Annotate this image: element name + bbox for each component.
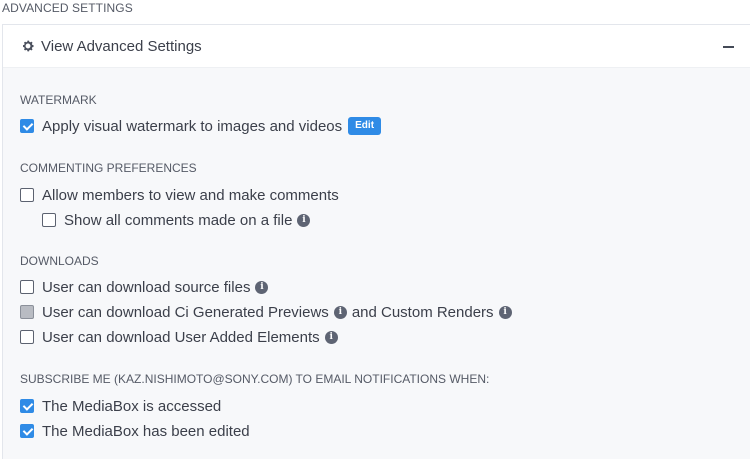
download-previews-row: User can download Ci Generated Previews … <box>20 302 512 322</box>
section-title: ADVANCED SETTINGS <box>2 1 133 15</box>
allow-comments-row: Allow members to view and make comments <box>20 185 339 205</box>
watermark-option-label[interactable]: Apply visual watermark to images and vid… <box>42 118 342 135</box>
watermark-row: Apply visual watermark to images and vid… <box>20 116 382 136</box>
show-all-comments-row: Show all comments made on a file i <box>42 210 311 230</box>
download-source-checkbox[interactable] <box>20 280 34 294</box>
subscribe-label: SUBSCRIBE ME (KAZ.NISHIMOTO@SONY.COM) TO… <box>20 372 490 386</box>
advanced-settings-panel: View Advanced Settings WATERMARK Apply v… <box>2 24 750 459</box>
watermark-label: WATERMARK <box>20 93 97 107</box>
watermark-checkbox[interactable] <box>20 119 34 133</box>
notify-accessed-label[interactable]: The MediaBox is accessed <box>42 398 221 415</box>
info-icon[interactable]: i <box>324 330 338 344</box>
info-icon[interactable]: i <box>297 213 311 227</box>
gear-icon <box>23 40 34 52</box>
info-icon[interactable]: i <box>333 305 347 319</box>
show-all-comments-label[interactable]: Show all comments made on a file <box>64 212 292 229</box>
custom-renders-label[interactable]: and Custom Renders <box>352 304 494 321</box>
show-all-comments-checkbox[interactable] <box>42 213 56 227</box>
edit-watermark-button[interactable]: Edit <box>348 117 382 135</box>
panel-header[interactable]: View Advanced Settings <box>3 25 750 68</box>
download-elements-checkbox[interactable] <box>20 330 34 344</box>
panel-title: View Advanced Settings <box>41 38 202 55</box>
allow-comments-checkbox[interactable] <box>20 188 34 202</box>
commenting-label: COMMENTING PREFERENCES <box>20 161 197 175</box>
notify-edited-label[interactable]: The MediaBox has been edited <box>42 423 250 440</box>
notify-edited-row: The MediaBox has been edited <box>20 421 250 441</box>
notify-accessed-checkbox[interactable] <box>20 399 34 413</box>
download-source-row: User can download source files i <box>20 277 269 297</box>
info-icon[interactable]: i <box>498 305 512 319</box>
minus-icon[interactable] <box>720 37 738 55</box>
info-icon[interactable]: i <box>255 280 269 294</box>
notify-edited-checkbox[interactable] <box>20 424 34 438</box>
download-elements-label[interactable]: User can download User Added Elements <box>42 329 320 346</box>
download-source-label[interactable]: User can download source files <box>42 279 250 296</box>
downloads-label: DOWNLOADS <box>20 254 99 268</box>
notify-accessed-row: The MediaBox is accessed <box>20 396 221 416</box>
allow-comments-label[interactable]: Allow members to view and make comments <box>42 187 339 204</box>
download-previews-checkbox[interactable] <box>20 305 34 319</box>
download-elements-row: User can download User Added Elements i <box>20 327 338 347</box>
download-previews-label[interactable]: User can download Ci Generated Previews <box>42 304 329 321</box>
